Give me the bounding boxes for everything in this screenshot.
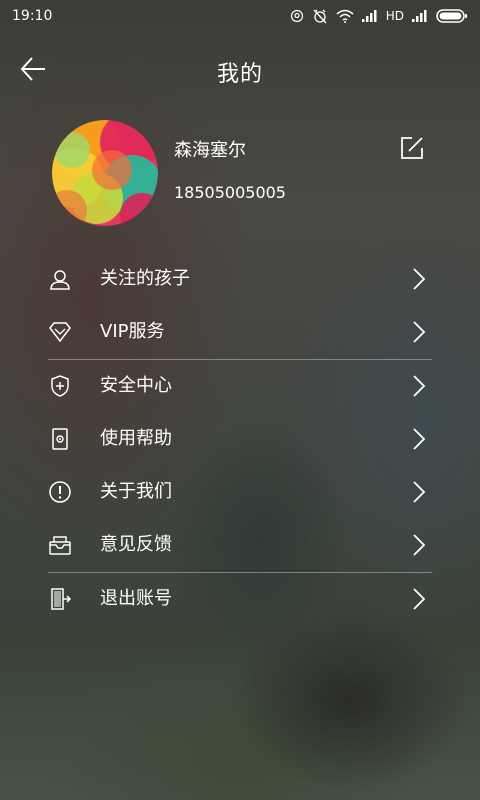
menu-item-label: 关注的孩子 xyxy=(100,268,190,289)
user-name: 森海塞尔 xyxy=(174,140,246,161)
signal-icon xyxy=(361,10,377,22)
chevron-right-icon xyxy=(413,321,426,343)
edit-icon xyxy=(401,137,423,159)
chevron-right-icon xyxy=(413,268,426,290)
menu-item-label: 退出账号 xyxy=(100,588,172,609)
diamond-icon xyxy=(49,322,71,343)
avatar-image xyxy=(52,120,158,226)
status-time: 19:10 xyxy=(12,8,53,24)
status-bar: 19:10 HD xyxy=(0,0,480,32)
menu-item-security[interactable]: 安全中心 xyxy=(0,360,480,413)
signal-icon-secondary xyxy=(412,10,427,22)
menu-item-label: 关于我们 xyxy=(100,481,172,502)
location-icon xyxy=(290,9,303,23)
chevron-right-icon xyxy=(413,428,426,450)
header: 我的 xyxy=(0,40,480,100)
menu-item-help[interactable]: 使用帮助 xyxy=(0,413,480,466)
menu-item-vip[interactable]: VIP服务 xyxy=(0,306,480,359)
child-user-icon xyxy=(50,270,70,290)
menu-item-label: 使用帮助 xyxy=(100,428,172,449)
menu-item-logout[interactable]: 退出账号 xyxy=(0,573,480,626)
chevron-right-icon xyxy=(413,375,426,397)
user-phone: 18505005005 xyxy=(174,183,286,202)
chevron-right-icon xyxy=(413,588,426,610)
network-type: HD xyxy=(385,9,404,23)
help-doc-icon xyxy=(52,428,68,450)
edit-profile-button[interactable] xyxy=(398,134,426,162)
profile-card[interactable]: 森海塞尔 18505005005 xyxy=(52,120,432,230)
chevron-right-icon xyxy=(413,534,426,556)
status-icons: HD xyxy=(290,8,468,24)
menu-item-label: 安全中心 xyxy=(100,375,172,396)
menu-item-label: 意见反馈 xyxy=(100,534,172,555)
chevron-right-icon xyxy=(413,481,426,503)
page-title: 我的 xyxy=(216,62,263,87)
settings-menu: 关注的孩子 VIP服务 安全中心 使用帮助 关于我们 意见反馈 退出账号 xyxy=(0,253,480,626)
shield-icon xyxy=(51,375,69,397)
avatar[interactable] xyxy=(52,120,158,226)
logout-door-icon xyxy=(51,588,72,610)
menu-item-about[interactable]: 关于我们 xyxy=(0,466,480,519)
menu-item-label: VIP服务 xyxy=(100,321,165,342)
feedback-tray-icon xyxy=(49,536,71,555)
info-circle-icon xyxy=(49,481,71,503)
battery-icon xyxy=(436,9,467,23)
alarm-off-icon xyxy=(313,9,327,24)
menu-item-followed-children[interactable]: 关注的孩子 xyxy=(0,253,480,306)
wifi-icon xyxy=(336,9,354,23)
menu-item-feedback[interactable]: 意见反馈 xyxy=(0,519,480,572)
